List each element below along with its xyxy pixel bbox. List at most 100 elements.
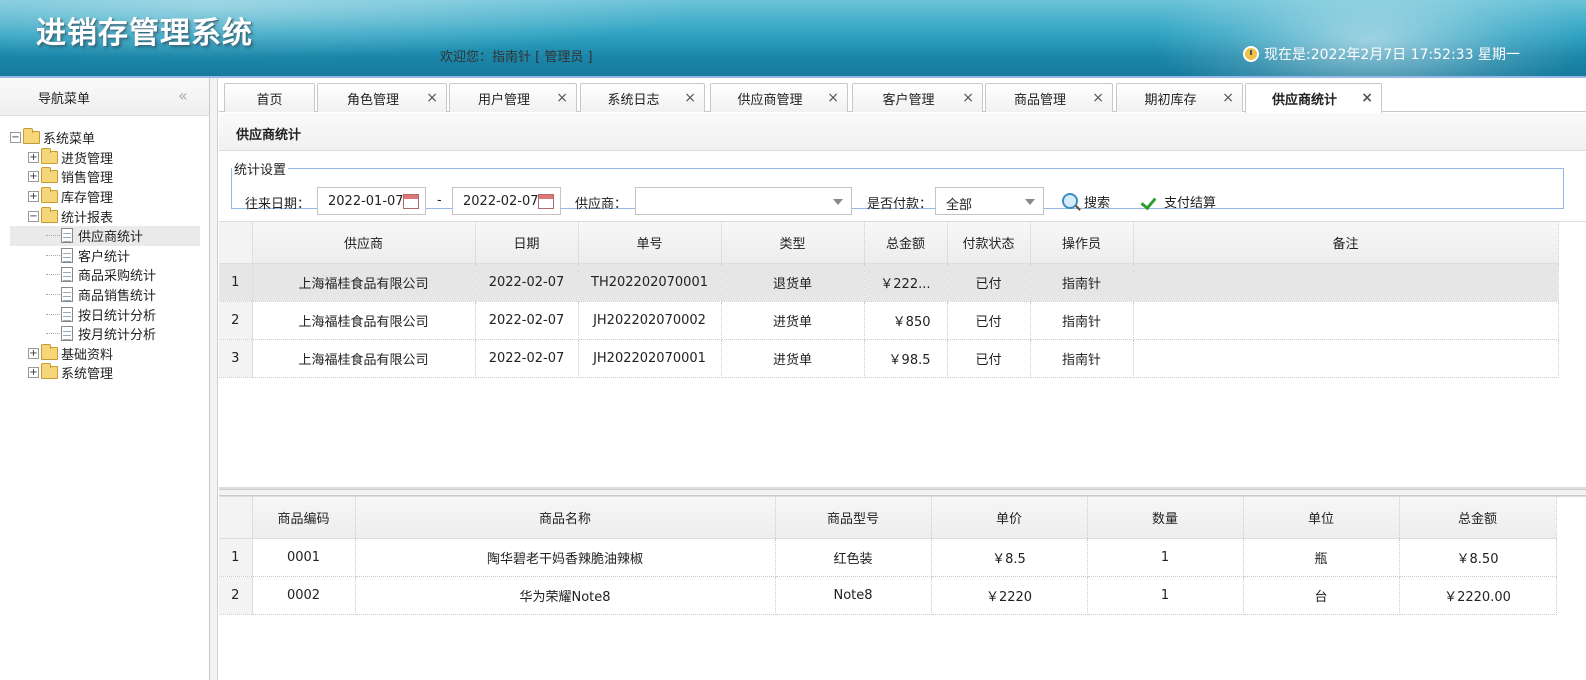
column-header[interactable]: 类型 <box>721 222 865 264</box>
tree-connector <box>46 274 60 276</box>
supplier-select[interactable] <box>635 187 852 215</box>
tab-9[interactable]: 供应商统计 × <box>1245 83 1382 113</box>
collapse-icon[interactable]: « <box>178 86 188 105</box>
table-cell: ￥2220 <box>931 576 1088 615</box>
expand-icon[interactable]: + <box>28 347 39 359</box>
tab-6[interactable]: 客户管理 × <box>852 83 983 112</box>
tree-item[interactable]: 客户统计 <box>10 246 200 266</box>
column-header[interactable]: 操作员 <box>1030 222 1134 264</box>
table-cell: ￥8.5 <box>931 538 1088 577</box>
search-icon <box>1062 193 1078 209</box>
close-icon[interactable]: × <box>426 90 438 106</box>
tab-5[interactable]: 供应商管理 × <box>710 83 848 112</box>
tab-1[interactable]: 首页 <box>224 83 315 112</box>
tab-7[interactable]: 商品管理 × <box>985 83 1113 112</box>
table-row[interactable]: 1 上海福桂食品有限公司 2022-02-07 TH202202070001 退货单 ￥2… <box>219 263 1559 302</box>
folder-icon <box>41 363 58 380</box>
tree-item[interactable]: 商品销售统计 <box>10 285 200 305</box>
tree-item[interactable]: + 库存管理 <box>10 187 200 207</box>
tree-item[interactable]: + 销售管理 <box>10 167 200 187</box>
settle-button[interactable]: 支付结算 <box>1142 188 1216 214</box>
tree-item[interactable]: + 进货管理 <box>10 147 200 168</box>
grid-splitter[interactable] <box>219 489 1586 496</box>
header-row: 商品编码 商品名称 商品型号 单价 数量 单位 总金额 <box>219 497 1557 539</box>
table-row[interactable]: 3 上海福桂食品有限公司 2022-02-07 JH202202070001 进货单 ￥9… <box>219 339 1559 378</box>
tab-8[interactable]: 期初库存 × <box>1116 83 1243 112</box>
close-icon[interactable]: × <box>827 90 839 106</box>
calendar-icon[interactable] <box>403 194 419 209</box>
close-icon[interactable]: × <box>556 90 568 106</box>
table-cell: 进货单 <box>721 339 865 378</box>
collapse-tree-icon[interactable]: − <box>10 132 21 144</box>
table-cell: 红色装 <box>775 538 932 577</box>
tree-item[interactable]: + 系统管理 <box>10 363 200 383</box>
close-icon[interactable]: × <box>962 90 974 106</box>
expand-icon[interactable]: + <box>28 191 39 203</box>
table-row[interactable]: 2 上海福桂食品有限公司 2022-02-07 JH202202070002 进货单 ￥8… <box>219 301 1559 340</box>
close-icon[interactable]: × <box>1222 90 1234 106</box>
stat-settings-legend: 统计设置 <box>234 163 287 178</box>
table-cell: 1 <box>1087 538 1244 577</box>
table-cell: 瓶 <box>1243 538 1400 577</box>
table-cell <box>1133 263 1559 302</box>
table-cell: 指南针 <box>1030 339 1134 378</box>
tree-item-label: 客户统计 <box>78 249 131 265</box>
app-title: 进销存管理系统 <box>36 16 253 51</box>
expand-icon[interactable]: + <box>28 171 39 183</box>
checkmark-icon <box>1142 194 1158 208</box>
close-icon[interactable]: × <box>684 90 696 106</box>
column-header[interactable]: 总金额 <box>1399 497 1557 539</box>
tree-item[interactable]: 供应商统计 <box>10 225 200 246</box>
column-header[interactable]: 日期 <box>475 222 579 264</box>
tree-item-label: 基础资料 <box>61 347 114 363</box>
tree-item-label: 库存管理 <box>61 191 114 207</box>
tree-item[interactable]: + 基础资料 <box>10 343 200 364</box>
table-cell: ￥222... <box>864 263 948 302</box>
tree-item-label: 系统菜单 <box>43 132 96 148</box>
calendar-icon[interactable] <box>538 194 554 209</box>
tree-item-label: 统计报表 <box>61 210 114 226</box>
items-grid: 商品编码 商品名称 商品型号 单价 数量 单位 总金额 1 0001 陶华碧老干妈香辣脆油辣椒 红色… <box>219 496 1586 680</box>
tree-item[interactable]: − 系统菜单 <box>10 128 200 148</box>
table-row[interactable]: 1 0001 陶华碧老干妈香辣脆油辣椒 红色装 ￥8.5 1 瓶 ￥8.50 <box>219 538 1557 577</box>
sidebar-header: 导航菜单 « <box>0 78 209 116</box>
sidebar-splitter[interactable] <box>210 78 218 680</box>
close-icon[interactable]: × <box>1092 90 1104 106</box>
column-header[interactable]: 单号 <box>578 222 722 264</box>
tab-label: 首页 <box>256 92 283 108</box>
table-cell: Note8 <box>775 576 932 615</box>
column-header[interactable]: 商品编码 <box>252 497 356 539</box>
column-header[interactable]: 商品名称 <box>355 497 776 539</box>
column-header[interactable]: 数量 <box>1087 497 1244 539</box>
close-icon[interactable]: × <box>1361 90 1373 106</box>
date-from-field[interactable]: 2022-01-07 <box>317 187 426 215</box>
expand-icon[interactable]: + <box>28 151 39 163</box>
collapse-tree-icon[interactable]: − <box>28 210 39 222</box>
table-row[interactable]: 2 0002 华为荣耀Note8 Note8 ￥2220 1 台 ￥2220.00 <box>219 576 1557 615</box>
paid-select[interactable]: 全部 <box>935 187 1044 215</box>
row-number: 2 <box>219 301 253 340</box>
column-header[interactable]: 备注 <box>1133 222 1559 264</box>
expand-icon[interactable]: + <box>28 367 39 379</box>
column-header[interactable]: 总金额 <box>864 222 948 264</box>
column-header[interactable]: 单价 <box>931 497 1088 539</box>
tree-item[interactable]: 按日统计分析 <box>10 304 200 324</box>
tab-3[interactable]: 用户管理 × <box>449 83 577 112</box>
date-to-field[interactable]: 2022-02-07 <box>452 187 561 215</box>
clock-text: 现在是:2022年2月7日 17:52:33 星期一 <box>1264 47 1520 63</box>
clock: 现在是:2022年2月7日 17:52:33 星期一 <box>1243 44 1520 64</box>
tree-item[interactable]: 按月统计分析 <box>10 324 200 344</box>
search-button[interactable]: 搜索 <box>1062 188 1110 214</box>
tab-4[interactable]: 系统日志 × <box>580 83 705 112</box>
tree-item[interactable]: 商品采购统计 <box>10 265 200 285</box>
column-header[interactable]: 商品型号 <box>775 497 932 539</box>
tab-2[interactable]: 角色管理 × <box>317 83 447 112</box>
column-header[interactable]: 供应商 <box>252 222 476 264</box>
column-header[interactable]: 付款状态 <box>947 222 1031 264</box>
table-cell: 上海福桂食品有限公司 <box>252 263 476 302</box>
document-icon <box>61 306 73 322</box>
table-cell: 指南针 <box>1030 263 1134 302</box>
tree-item[interactable]: − 统计报表 <box>10 206 200 226</box>
folder-open-icon <box>23 128 40 145</box>
column-header[interactable]: 单位 <box>1243 497 1400 539</box>
